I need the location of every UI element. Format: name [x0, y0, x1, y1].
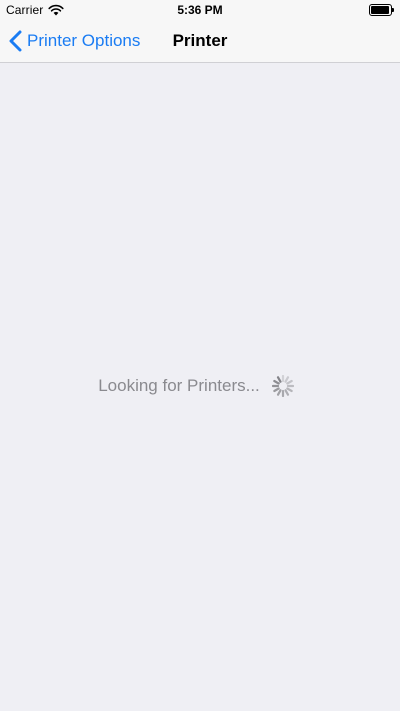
spinner-spoke	[273, 379, 280, 385]
spinner-spoke	[284, 376, 289, 383]
loading-text: Looking for Printers...	[98, 376, 260, 395]
spinner-spoke	[284, 389, 289, 396]
page-title: Printer	[172, 31, 228, 50]
spinner-spoke	[286, 387, 293, 393]
battery-fill	[371, 6, 389, 14]
spinner-spoke	[273, 387, 280, 393]
battery-nub	[392, 8, 394, 12]
status-bar: Carrier 5:36 PM	[0, 0, 400, 20]
spinner-spoke	[276, 376, 282, 383]
spinner-spoke	[276, 389, 282, 396]
loading-indicator: Looking for Printers...	[0, 374, 400, 398]
spinner-icon	[271, 375, 294, 397]
spinner-spoke	[286, 379, 293, 385]
navigation-bar: Printer Options Printer	[0, 20, 400, 63]
status-time: 5:36 PM	[177, 3, 223, 17]
battery-icon	[369, 4, 394, 16]
